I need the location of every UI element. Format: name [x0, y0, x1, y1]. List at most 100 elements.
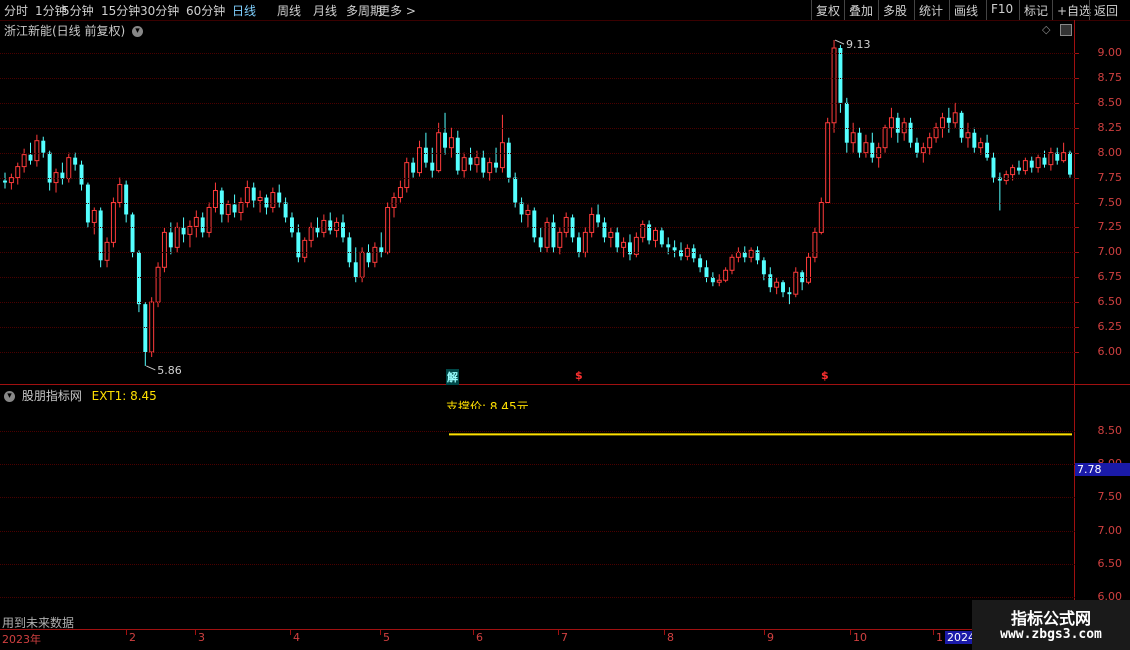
candle-body	[965, 132, 971, 139]
period-tab[interactable]: 60分钟	[186, 2, 225, 19]
toolbar-button[interactable]: 多股	[883, 2, 907, 19]
price-tick	[1075, 227, 1079, 229]
candle-body	[1010, 167, 1016, 176]
candle	[659, 227, 664, 248]
month-tick	[290, 630, 291, 635]
candle	[544, 217, 550, 253]
candle	[47, 150, 52, 191]
toolbar-button[interactable]: 画线	[954, 2, 978, 19]
candle	[742, 246, 747, 263]
candle	[532, 207, 537, 243]
price-tick	[1075, 177, 1079, 179]
toolbar-button[interactable]: F10	[991, 2, 1013, 16]
period-tab[interactable]: 分时	[4, 2, 28, 19]
toolbar-button[interactable]: 复权	[816, 2, 840, 19]
candle-body	[532, 210, 537, 238]
candle	[965, 122, 971, 148]
price-tick	[1075, 352, 1079, 353]
candle-body	[914, 142, 919, 153]
grid-line	[0, 77, 1075, 79]
candle	[653, 227, 658, 248]
candle	[882, 124, 888, 153]
candle-body	[672, 247, 677, 251]
candle-body	[41, 140, 46, 153]
candle	[193, 210, 199, 238]
candle	[423, 132, 428, 168]
candle-body	[225, 203, 231, 215]
candle-body	[506, 142, 511, 178]
period-tab[interactable]: 多周期	[346, 2, 382, 19]
period-tab[interactable]: 更多 >	[378, 2, 416, 19]
month-label: 10	[853, 631, 867, 644]
candle	[264, 194, 269, 215]
candle	[557, 227, 563, 255]
candle-body	[959, 112, 964, 138]
price-tick-label: 8.00	[1097, 145, 1123, 159]
month-tick	[764, 630, 765, 635]
watermark-logo: 指标公式网 www.zbgs3.com	[972, 600, 1130, 650]
toolbar-separator	[914, 0, 915, 20]
period-tab[interactable]: 日线	[232, 2, 256, 19]
candle-body	[404, 162, 410, 189]
candle-body	[1029, 160, 1034, 168]
toolbar-button[interactable]: 返回	[1094, 2, 1118, 19]
candle-body	[659, 230, 664, 245]
candle-body	[347, 237, 352, 263]
candle	[621, 237, 627, 258]
candle	[481, 150, 486, 178]
candle-body	[857, 132, 862, 153]
candle-body	[525, 209, 531, 215]
candle	[1017, 160, 1021, 175]
candle	[679, 242, 683, 261]
grid-line	[0, 563, 1075, 565]
month-label: 3	[198, 631, 205, 644]
candle	[28, 142, 33, 165]
date-axis: 2023年 2 3 4 5 6 7 8 9 10 1 2024	[0, 630, 1130, 650]
candle	[570, 214, 575, 243]
period-tab[interactable]: 5分钟	[62, 2, 94, 19]
candle-body	[596, 214, 601, 223]
candle	[366, 244, 371, 268]
price-tick	[1075, 77, 1079, 79]
toolbar-button[interactable]: +自选	[1057, 2, 1091, 19]
candle	[774, 277, 780, 295]
grid-line	[0, 464, 1075, 466]
period-tab[interactable]: 月线	[313, 2, 337, 19]
price-tick-label: 6.25	[1097, 320, 1123, 334]
candle	[379, 232, 384, 258]
candle	[296, 224, 301, 263]
candle-body	[557, 231, 563, 248]
candle-body	[787, 292, 792, 295]
candle	[901, 117, 907, 141]
candle-body	[704, 267, 709, 278]
candle	[563, 212, 569, 238]
unlock-marker[interactable]: 解	[446, 369, 459, 385]
candle	[232, 194, 237, 218]
candle-body	[870, 142, 875, 158]
toolbar-button[interactable]: 叠加	[849, 2, 873, 19]
toolbar-button[interactable]: 统计	[919, 2, 943, 19]
month-label: 5	[383, 631, 390, 644]
candle	[946, 107, 951, 133]
period-tab[interactable]: 15分钟	[101, 2, 140, 19]
candle-body	[991, 157, 996, 178]
candle	[551, 214, 556, 253]
dollar-marker[interactable]: $	[821, 369, 829, 382]
candle	[60, 162, 65, 185]
candle	[704, 260, 709, 283]
period-tab[interactable]: 周线	[277, 2, 301, 19]
price-tick	[1075, 277, 1079, 279]
candle-body	[1022, 160, 1028, 172]
candle	[914, 137, 919, 158]
candle-body	[698, 258, 703, 268]
candle-body	[589, 213, 595, 233]
grid-line	[0, 127, 1075, 129]
candle	[1048, 147, 1054, 171]
toolbar-button[interactable]: 标记	[1024, 2, 1048, 19]
candle-body	[270, 192, 276, 208]
candle	[499, 114, 505, 173]
period-tab[interactable]: 30分钟	[140, 2, 179, 19]
dollar-marker[interactable]: $	[575, 369, 583, 382]
candle	[876, 142, 882, 168]
candle-body	[723, 269, 729, 281]
